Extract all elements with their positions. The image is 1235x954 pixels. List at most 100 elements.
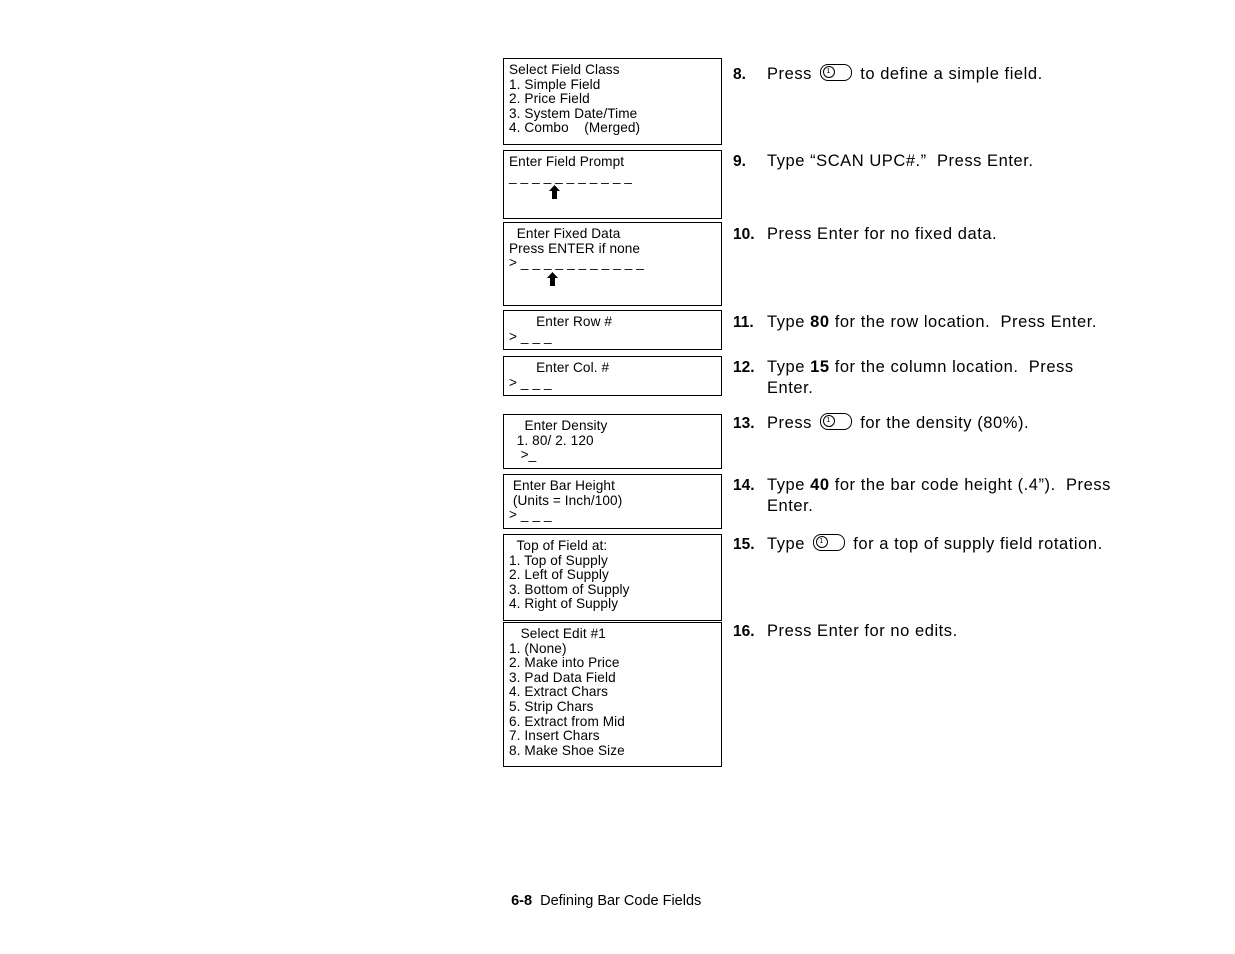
step-number: 13.: [733, 415, 755, 432]
lcd-blank-line: [504, 612, 721, 615]
step-number: 9.: [733, 153, 746, 170]
keypad-key-digit: 1: [822, 66, 835, 79]
instruction-step-8: 8. Press 1 to define a simple field.: [733, 64, 1183, 85]
keypad-key-digit: 1: [815, 536, 828, 549]
keypad-key-1-icon: 1: [820, 64, 853, 81]
step-text: Press Enter for no edits.: [767, 621, 958, 642]
lcd-line: > _ _ _: [509, 374, 552, 390]
lcd-line: Enter Density: [509, 418, 608, 433]
lcd-line: 8. Make Shoe Size: [509, 742, 625, 758]
step-text: Type 80 for the row location. Press Ente…: [767, 312, 1097, 333]
lcd-line: Enter Col. #: [509, 360, 610, 375]
step-number: 10.: [733, 226, 755, 243]
lcd-blank-line: [504, 758, 721, 761]
lcd-line: 6. Extract from Mid: [509, 713, 625, 729]
footer-spacer: [532, 893, 540, 909]
lcd-blank-line: [504, 136, 721, 139]
step-text-run: for the density (80%).: [855, 414, 1030, 432]
lcd-screen-enter-field-prompt: Enter Field Prompt _ _ _ _ _ _ _ _ _ _ _: [503, 150, 722, 220]
lcd-line: 7. Insert Chars: [509, 728, 600, 744]
step-text-run: for a top of supply field rotation.: [848, 535, 1103, 553]
lcd-screen-enter-row-number: Enter Row # > _ _ _: [503, 310, 722, 351]
step-emphasis-value: 40: [810, 476, 830, 494]
lcd-line: > _ _ _: [509, 507, 552, 523]
lcd-line: > _ _ _: [509, 328, 552, 344]
lcd-line: Press ENTER if none: [509, 240, 641, 256]
lcd-blank-line: [504, 199, 721, 214]
lcd-line: 2. Make into Price: [509, 655, 620, 671]
lcd-line: 1. Simple Field: [509, 76, 601, 92]
step-text: Type “SCAN UPC#.” Press Enter.: [767, 151, 1033, 172]
lcd-line: 3. System Date/Time: [509, 105, 638, 121]
lcd-line: 1. (None): [509, 640, 567, 656]
lcd-line: Top of Field at:: [509, 538, 608, 553]
step-text-run: Type: [767, 535, 811, 553]
lcd-blank-line: [504, 285, 721, 300]
instruction-step-16: 16. Press Enter for no edits.: [733, 621, 1183, 642]
step-text: Press Enter for no fixed data.: [767, 224, 997, 245]
footer-chapter-title: Defining Bar Code Fields: [540, 893, 702, 909]
lcd-screen-enter-fixed-data: Enter Fixed Data Press ENTER if none > _ _…: [503, 222, 722, 306]
lcd-cursor-arrow: [504, 184, 721, 200]
instruction-step-10: 10. Press Enter for no fixed data.: [733, 224, 1183, 245]
instruction-step-14: 14. Type 40 for the bar code height (.4”)…: [733, 475, 1183, 517]
lcd-line: (Units = Inch/100): [509, 492, 623, 508]
step-text: Type 40 for the bar code height (.4”). P…: [767, 475, 1111, 517]
lcd-line: 5. Strip Chars: [509, 698, 594, 714]
lcd-line: Select Edit #1: [509, 626, 606, 641]
instruction-step-15: 15. Type 1 for a top of supply field rota…: [733, 534, 1183, 555]
step-text: Press 1 to define a simple field.: [767, 64, 1043, 85]
step-text-run: Press: [767, 65, 818, 83]
step-text-run: Type: [767, 313, 811, 331]
lcd-line: 1. 80/ 2. 120: [509, 432, 594, 448]
lcd-line: 2. Left of Supply: [509, 567, 609, 583]
step-text: Type 15 for the column location. Press E…: [767, 357, 1074, 399]
lcd-screen-enter-density: Enter Density 1. 80/ 2. 120 >_: [503, 414, 722, 469]
lcd-line: Enter Row #: [509, 314, 613, 329]
keypad-key-digit: 1: [822, 415, 835, 428]
step-text-run: for the row location. Press Enter.: [829, 313, 1097, 331]
lcd-line: >_: [509, 447, 537, 463]
lcd-screen-select-edit-1: Select Edit #1 1. (None) 2. Make into Pric…: [503, 622, 722, 768]
instruction-step-12: 12. Type 15 for the column location. Pres…: [733, 357, 1183, 399]
lcd-screen-top-of-field-at: Top of Field at: 1. Top of Supply 2. Left …: [503, 534, 722, 621]
step-text-run: Press Enter for no edits.: [767, 622, 958, 640]
lcd-line: 1. Top of Supply: [509, 552, 608, 568]
keypad-key-1-icon: 1: [813, 534, 846, 551]
step-text-run: Type: [767, 358, 811, 376]
lcd-line: > _ _ _ _ _ _ _ _ _ _ _: [509, 255, 644, 271]
step-emphasis-value: 15: [810, 358, 830, 376]
step-text-run: Type “SCAN UPC#.” Press Enter.: [767, 152, 1034, 170]
instruction-step-11: 11. Type 80 for the row location. Press E…: [733, 312, 1183, 333]
lcd-line: Enter Field Prompt: [509, 154, 625, 169]
lcd-line: Select Field Class: [509, 62, 620, 77]
footer-page-number: 6-8: [511, 893, 533, 909]
lcd-line: 3. Bottom of Supply: [509, 581, 630, 597]
step-text-run: Type: [767, 476, 811, 494]
lcd-line: 4. Right of Supply: [509, 596, 619, 612]
lcd-screen-enter-column-number: Enter Col. # > _ _ _: [503, 356, 722, 397]
step-number: 14.: [733, 477, 755, 494]
step-text-run: Press Enter for no fixed data.: [767, 225, 998, 243]
lcd-line: Enter Bar Height: [509, 478, 615, 493]
instruction-step-13: 13. Press 1 for the density (80%).: [733, 413, 1183, 434]
step-emphasis-value: 80: [810, 313, 830, 331]
step-number: 16.: [733, 623, 755, 640]
step-text-run: to define a simple field.: [855, 65, 1043, 83]
lcd-screen-select-field-class: Select Field Class 1. Simple Field 2. Pric…: [503, 58, 722, 145]
lcd-line: _ _ _ _ _ _ _ _ _ _ _: [509, 168, 633, 184]
lcd-screen-enter-bar-height: Enter Bar Height (Units = Inch/100) > _ _…: [503, 474, 722, 529]
step-number: 12.: [733, 359, 755, 376]
step-number: 11.: [733, 314, 754, 331]
lcd-screen-column: Select Field Class 1. Simple Field 2. Pric…: [503, 58, 722, 778]
step-number: 15.: [733, 536, 755, 553]
step-text: Press 1 for the density (80%).: [767, 413, 1029, 434]
lcd-line: Enter Fixed Data: [509, 226, 621, 241]
lcd-line: 4. Combo (Merged): [509, 120, 641, 136]
keypad-key-1-icon: 1: [820, 413, 853, 430]
lcd-line: 4. Extract Chars: [509, 684, 609, 700]
step-text: Type 1 for a top of supply field rotatio…: [767, 534, 1103, 555]
lcd-cursor-arrow: [504, 271, 721, 286]
lcd-line: 3. Pad Data Field: [509, 669, 616, 685]
page-footer: 6-8 Defining Bar Code Fields: [503, 871, 701, 911]
